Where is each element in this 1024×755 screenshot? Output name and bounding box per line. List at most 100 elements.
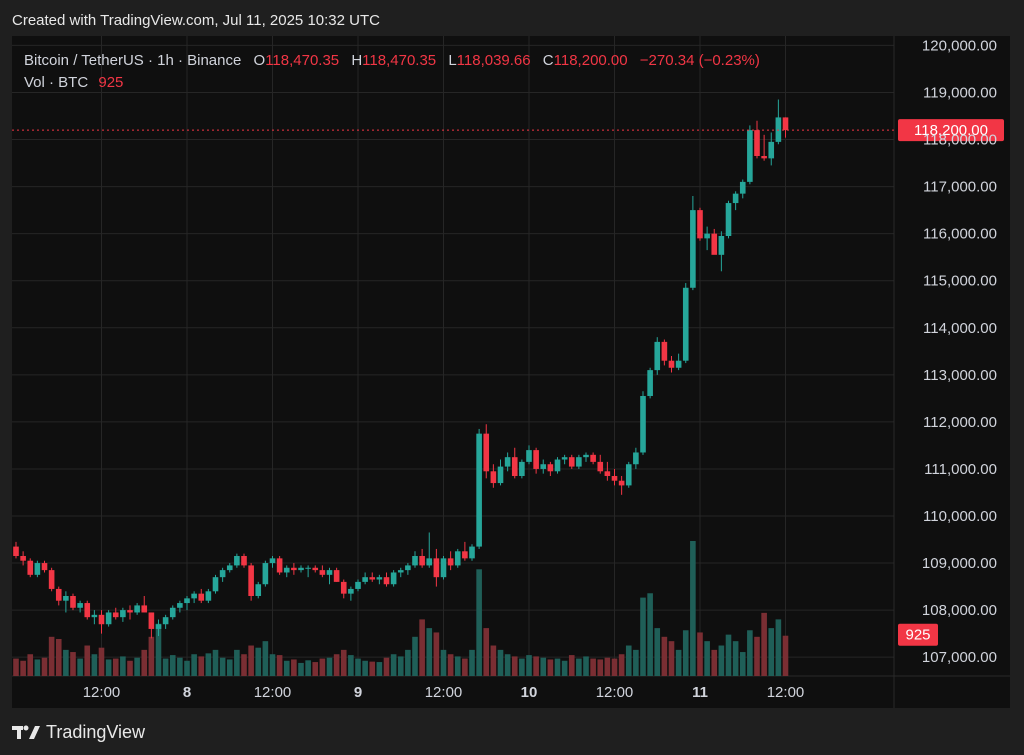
volume-tag-label: 925	[905, 627, 930, 644]
volume-bar	[775, 619, 782, 676]
volume-bar	[547, 659, 554, 676]
volume-bar	[198, 656, 205, 676]
candle-body	[590, 454, 596, 462]
candle-body	[754, 130, 760, 156]
candle-body	[511, 457, 518, 476]
candle-body	[219, 570, 226, 578]
candle-body	[298, 567, 304, 571]
price-chart[interactable]: 118,200.00925 120,000.00119,000.00118,00…	[12, 36, 1010, 708]
volume-bar	[690, 541, 696, 676]
volume-layer	[13, 541, 789, 676]
volume-bar	[340, 649, 347, 676]
candle-body	[283, 567, 290, 573]
volume-bar	[105, 659, 112, 676]
candle-body	[747, 130, 753, 182]
volume-bar	[63, 649, 69, 676]
candle-body	[711, 233, 718, 255]
volume-bar	[319, 658, 326, 676]
x-tick-label: 12:00	[767, 684, 805, 701]
volume-legend-row: Vol · BTC 925	[24, 72, 760, 94]
volume-bar	[447, 654, 454, 676]
volume-bar	[262, 641, 269, 676]
candle-body	[312, 567, 319, 571]
volume-bar	[326, 657, 333, 676]
volume-bar	[112, 658, 119, 676]
candle-body	[725, 203, 732, 236]
volume-bar	[397, 656, 404, 676]
high-value: 118,470.35	[362, 52, 437, 69]
symbol-label[interactable]: Bitcoin / TetherUS · 1h · Binance	[24, 52, 241, 69]
volume-bar	[561, 660, 568, 676]
volume-bar	[625, 645, 632, 676]
y-tick-label: 114,000.00	[923, 320, 997, 337]
volume-bar	[661, 636, 668, 676]
volume-bar	[333, 654, 340, 676]
candle-body	[84, 603, 91, 618]
candle-body	[647, 370, 653, 396]
high-label: H	[351, 52, 363, 69]
candle-body	[462, 551, 468, 559]
volume-bar	[654, 628, 661, 676]
volume-bar	[91, 654, 98, 676]
volume-bar	[127, 660, 133, 676]
volume-bar	[70, 652, 76, 676]
volume-bar	[169, 655, 176, 676]
x-tick-label: 10	[521, 684, 538, 701]
volume-bar	[291, 659, 297, 676]
volume-bar	[697, 632, 703, 676]
x-tick-label: 12:00	[425, 684, 463, 701]
candle-body	[419, 556, 425, 566]
candle-body	[276, 558, 283, 573]
volume-bar	[269, 654, 276, 676]
volume-bar	[305, 660, 311, 676]
volume-bar	[469, 649, 475, 676]
change-value: −270.34 (−0.23%)	[639, 52, 760, 69]
volume-bar	[312, 662, 319, 676]
candle-body	[597, 461, 604, 472]
volume-bar	[248, 645, 254, 676]
volume-bar	[48, 636, 55, 676]
volume-bar	[369, 661, 376, 676]
volume-bar	[191, 654, 197, 676]
candle-body	[355, 581, 361, 589]
volume-bar	[141, 649, 148, 676]
x-tick-label: 11	[692, 684, 708, 701]
candle-body	[162, 617, 169, 625]
candle-body	[583, 454, 589, 458]
volume-bar	[604, 657, 611, 676]
volume-bar	[668, 641, 675, 676]
y-tick-label: 117,000.00	[923, 179, 997, 196]
candle-body	[27, 560, 34, 575]
volume-bar	[355, 658, 361, 676]
volume-bar	[148, 636, 155, 676]
volume-bar	[405, 649, 411, 676]
candle-body	[155, 624, 162, 629]
candle-body	[476, 433, 482, 547]
volume-bar	[483, 628, 490, 676]
x-tick-label: 8	[183, 684, 191, 701]
volume-bar	[554, 658, 561, 676]
candle-body	[554, 459, 561, 472]
volume-bar	[633, 649, 639, 676]
candle-body	[212, 577, 219, 592]
volume-bar	[682, 630, 689, 676]
y-tick-label: 110,000.00	[923, 508, 997, 525]
volume-bar	[490, 645, 497, 676]
volume-bar	[241, 654, 247, 676]
footer-brand: TradingView	[46, 721, 146, 742]
volume-bar	[739, 652, 746, 676]
candle-body	[640, 396, 646, 453]
candle-body	[91, 614, 98, 618]
volume-bar	[768, 628, 775, 676]
volume-bar	[454, 656, 461, 676]
chart-pane[interactable]: 118,200.00 925 120,000.00 119,000.00 118,00…	[12, 36, 1010, 708]
candle-body	[604, 471, 611, 476]
volume-bar	[611, 658, 618, 676]
volume-bar	[462, 658, 468, 676]
candle-body	[205, 591, 212, 601]
candle-body	[362, 577, 368, 582]
volume-bar	[725, 634, 732, 676]
volume-bar	[597, 659, 604, 676]
candle-body	[433, 558, 440, 578]
candle-body	[333, 570, 340, 582]
